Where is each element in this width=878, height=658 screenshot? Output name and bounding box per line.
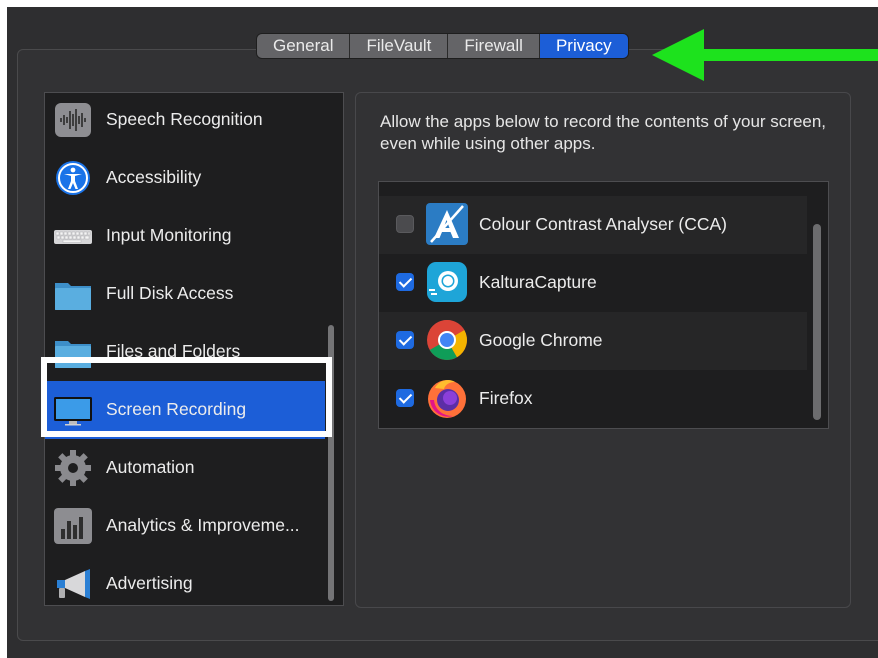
chrome-app-icon — [427, 320, 467, 360]
highlight-box — [41, 357, 332, 437]
app-list[interactable]: Colour Contrast Analyser (CCA) KalturaCa… — [378, 181, 829, 429]
sidebar-item-label: Speech Recognition — [106, 109, 263, 129]
sidebar-item-label: Full Disk Access — [106, 283, 234, 303]
tab-general[interactable]: General — [257, 34, 351, 58]
privacy-category-list[interactable]: Speech Recognition Accessibility Input M… — [44, 92, 344, 606]
app-checkbox[interactable] — [396, 331, 414, 349]
app-checkbox[interactable] — [396, 273, 414, 291]
bar-chart-icon — [54, 508, 92, 544]
tab-firewall[interactable]: Firewall — [448, 34, 540, 58]
kaltura-app-icon — [427, 262, 467, 302]
sidebar-item-input-monitoring[interactable]: Input Monitoring — [45, 207, 325, 265]
tab-filevault[interactable]: FileVault — [350, 34, 449, 58]
preferences-window: General FileVault Firewall Privacy Speec… — [7, 7, 878, 658]
app-row-firefox[interactable]: Firefox — [379, 370, 807, 428]
sidebar-item-advertising[interactable]: Advertising — [45, 555, 325, 605]
app-checkbox[interactable] — [396, 215, 414, 233]
app-label: KalturaCapture — [479, 272, 597, 292]
app-row-cca[interactable]: Colour Contrast Analyser (CCA) — [379, 196, 807, 254]
permission-description: Allow the apps below to record the conte… — [380, 112, 827, 153]
sidebar-item-accessibility[interactable]: Accessibility — [45, 149, 325, 207]
waveform-icon — [55, 103, 91, 137]
sidebar-item-label: Analytics & Improveme... — [106, 515, 300, 535]
sidebar-item-label: Accessibility — [106, 167, 202, 187]
sidebar-item-analytics[interactable]: Analytics & Improveme... — [45, 497, 325, 555]
app-label: Firefox — [479, 388, 533, 408]
app-list-scrollbar[interactable] — [813, 224, 821, 420]
app-label: Google Chrome — [479, 330, 603, 350]
sidebar-item-automation[interactable]: Automation — [45, 439, 325, 497]
cca-app-icon — [426, 203, 468, 245]
app-checkbox[interactable] — [396, 389, 414, 407]
firefox-app-icon — [428, 380, 466, 418]
keyboard-icon — [54, 230, 92, 244]
app-row-google-chrome[interactable]: Google Chrome — [379, 312, 807, 370]
sidebar-item-label: Automation — [106, 457, 195, 477]
list-item — [379, 182, 807, 196]
sidebar-item-full-disk-access[interactable]: Full Disk Access — [45, 265, 325, 323]
sidebar-item-speech-recognition[interactable]: Speech Recognition — [45, 93, 325, 149]
app-row-kalturacapture[interactable]: KalturaCapture — [379, 254, 807, 312]
tab-bar: General FileVault Firewall Privacy — [257, 34, 628, 58]
annotation-arrow-icon — [652, 29, 878, 81]
sidebar-item-label: Advertising — [106, 573, 193, 593]
app-label: Colour Contrast Analyser (CCA) — [479, 214, 727, 234]
permissions-panel: Allow the apps below to record the conte… — [355, 92, 851, 608]
gear-icon — [55, 450, 91, 486]
folder-icon — [55, 283, 91, 310]
megaphone-icon — [57, 569, 90, 599]
sidebar-item-label: Input Monitoring — [106, 225, 232, 245]
accessibility-icon — [56, 161, 90, 195]
tab-privacy[interactable]: Privacy — [539, 34, 628, 58]
